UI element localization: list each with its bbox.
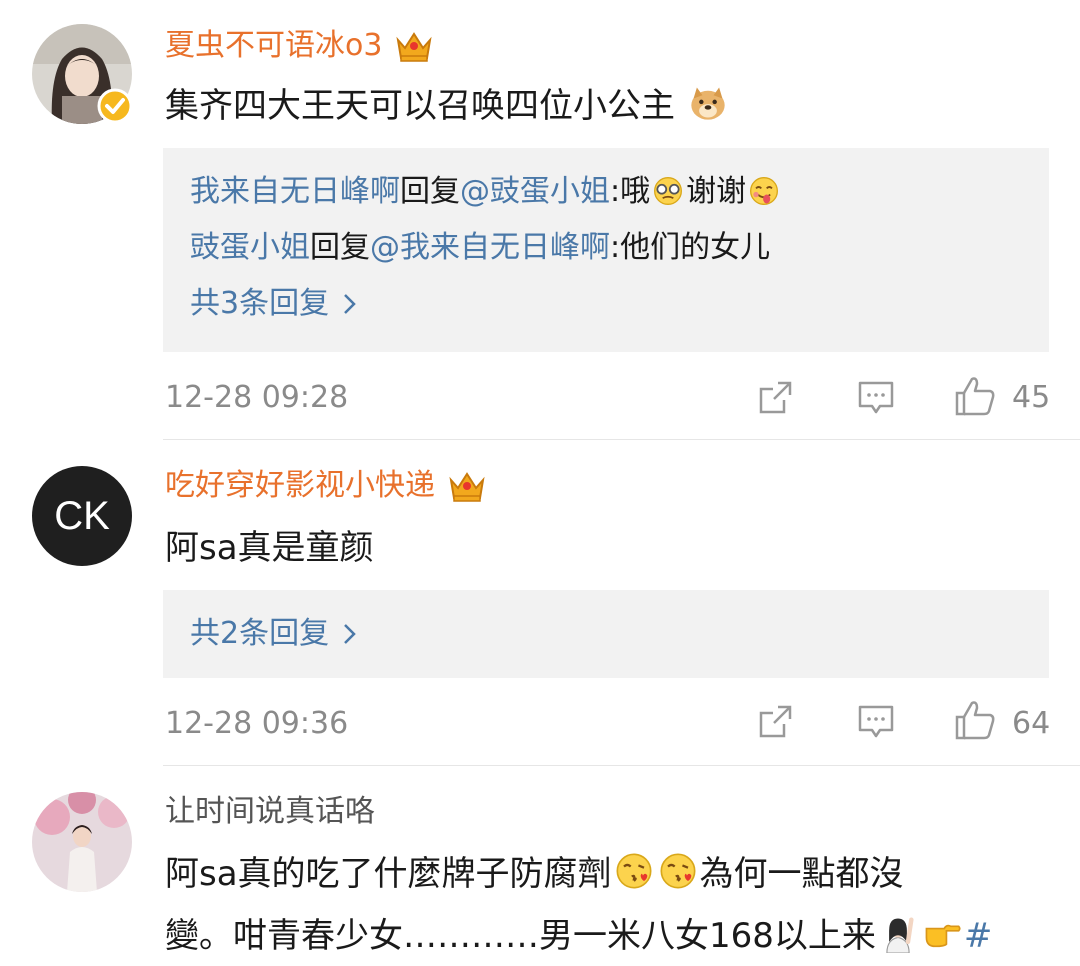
kiss-emoji	[616, 853, 652, 889]
like-icon[interactable]	[953, 698, 997, 742]
hashtag-link[interactable]: #	[964, 916, 993, 956]
person-raising-hand-emoji	[886, 917, 914, 953]
comment-icon[interactable]	[856, 378, 896, 418]
like-icon[interactable]	[953, 374, 997, 418]
comment-text: 阿sa真的吃了什麼牌子防腐劑 為何一點都沒 變。咁青春少女…………男一米八女16…	[165, 842, 1040, 966]
chevron-right-icon	[344, 624, 356, 644]
reply-box[interactable]: 我来自无日峰啊回复@豉蛋小姐:哦 谢谢 豉蛋小姐回复@我来自无日峰啊:他们的女儿…	[163, 148, 1049, 352]
comment-text: 阿sa真是童颜	[165, 528, 374, 568]
reply-author[interactable]: 豉蛋小姐	[190, 230, 310, 265]
more-replies-link[interactable]: 共2条回复	[190, 614, 357, 654]
doge-emoji	[691, 87, 725, 120]
comment-1: 夏虫不可语冰o3 集齐四大王天可以召唤四位小公主 我来自无日峰啊回复@豉蛋小姐:…	[0, 0, 1080, 440]
verified-badge-icon	[97, 88, 133, 124]
comment-text-line-2: 變。咁青春少女…………男一米八女168以上来 #	[165, 904, 1040, 966]
more-replies-link[interactable]: 共3条回复	[190, 284, 357, 324]
kiss-emoji	[660, 853, 696, 889]
comment-icon[interactable]	[856, 702, 896, 742]
comment-2: CK 吃好穿好影视小快递 阿sa真是童颜 共2条回复 12-28 09:36 6…	[0, 440, 1080, 766]
reply-mention[interactable]: @豉蛋小姐	[460, 174, 610, 209]
username[interactable]: 吃好穿好影视小快递	[165, 466, 435, 506]
name-row: 吃好穿好影视小快递	[165, 466, 487, 506]
timestamp: 12-28 09:36	[165, 706, 349, 741]
username[interactable]: 夏虫不可语冰o3	[165, 26, 382, 66]
crown-icon	[396, 32, 433, 62]
reply-box[interactable]: 共2条回复	[163, 590, 1049, 678]
username[interactable]: 让时间说真话咯	[165, 792, 375, 832]
like-count: 64	[1012, 706, 1051, 741]
avatar[interactable]: CK	[32, 466, 132, 566]
reply-line-1: 我来自无日峰啊回复@豉蛋小姐:哦 谢谢	[190, 172, 782, 212]
reply-author[interactable]: 我来自无日峰啊	[190, 174, 400, 209]
comment-text-line-1: 阿sa真的吃了什麼牌子防腐劑 為何一點都沒	[165, 842, 1040, 906]
name-row: 让时间说真话咯	[165, 792, 375, 832]
pointing-right-emoji	[925, 924, 961, 948]
comment-text: 集齐四大王天可以召唤四位小公主	[165, 74, 1040, 138]
reply-line-2: 豉蛋小姐回复@我来自无日峰啊:他们的女儿	[190, 230, 771, 265]
tongue-emoji	[750, 177, 779, 205]
glasses-emoji	[654, 177, 683, 205]
comment-3: 让时间说真话咯 阿sa真的吃了什麼牌子防腐劑 為何一點都沒 變。咁青春少女…………	[0, 766, 1080, 966]
name-row: 夏虫不可语冰o3	[165, 26, 434, 66]
avatar[interactable]	[32, 792, 132, 892]
reply-mention[interactable]: @我来自无日峰啊	[370, 230, 610, 265]
share-icon[interactable]	[756, 378, 796, 418]
chevron-right-icon	[344, 294, 356, 314]
crown-icon	[449, 472, 485, 502]
timestamp: 12-28 09:28	[165, 380, 349, 415]
like-count: 45	[1012, 380, 1051, 415]
share-icon[interactable]	[756, 702, 796, 742]
